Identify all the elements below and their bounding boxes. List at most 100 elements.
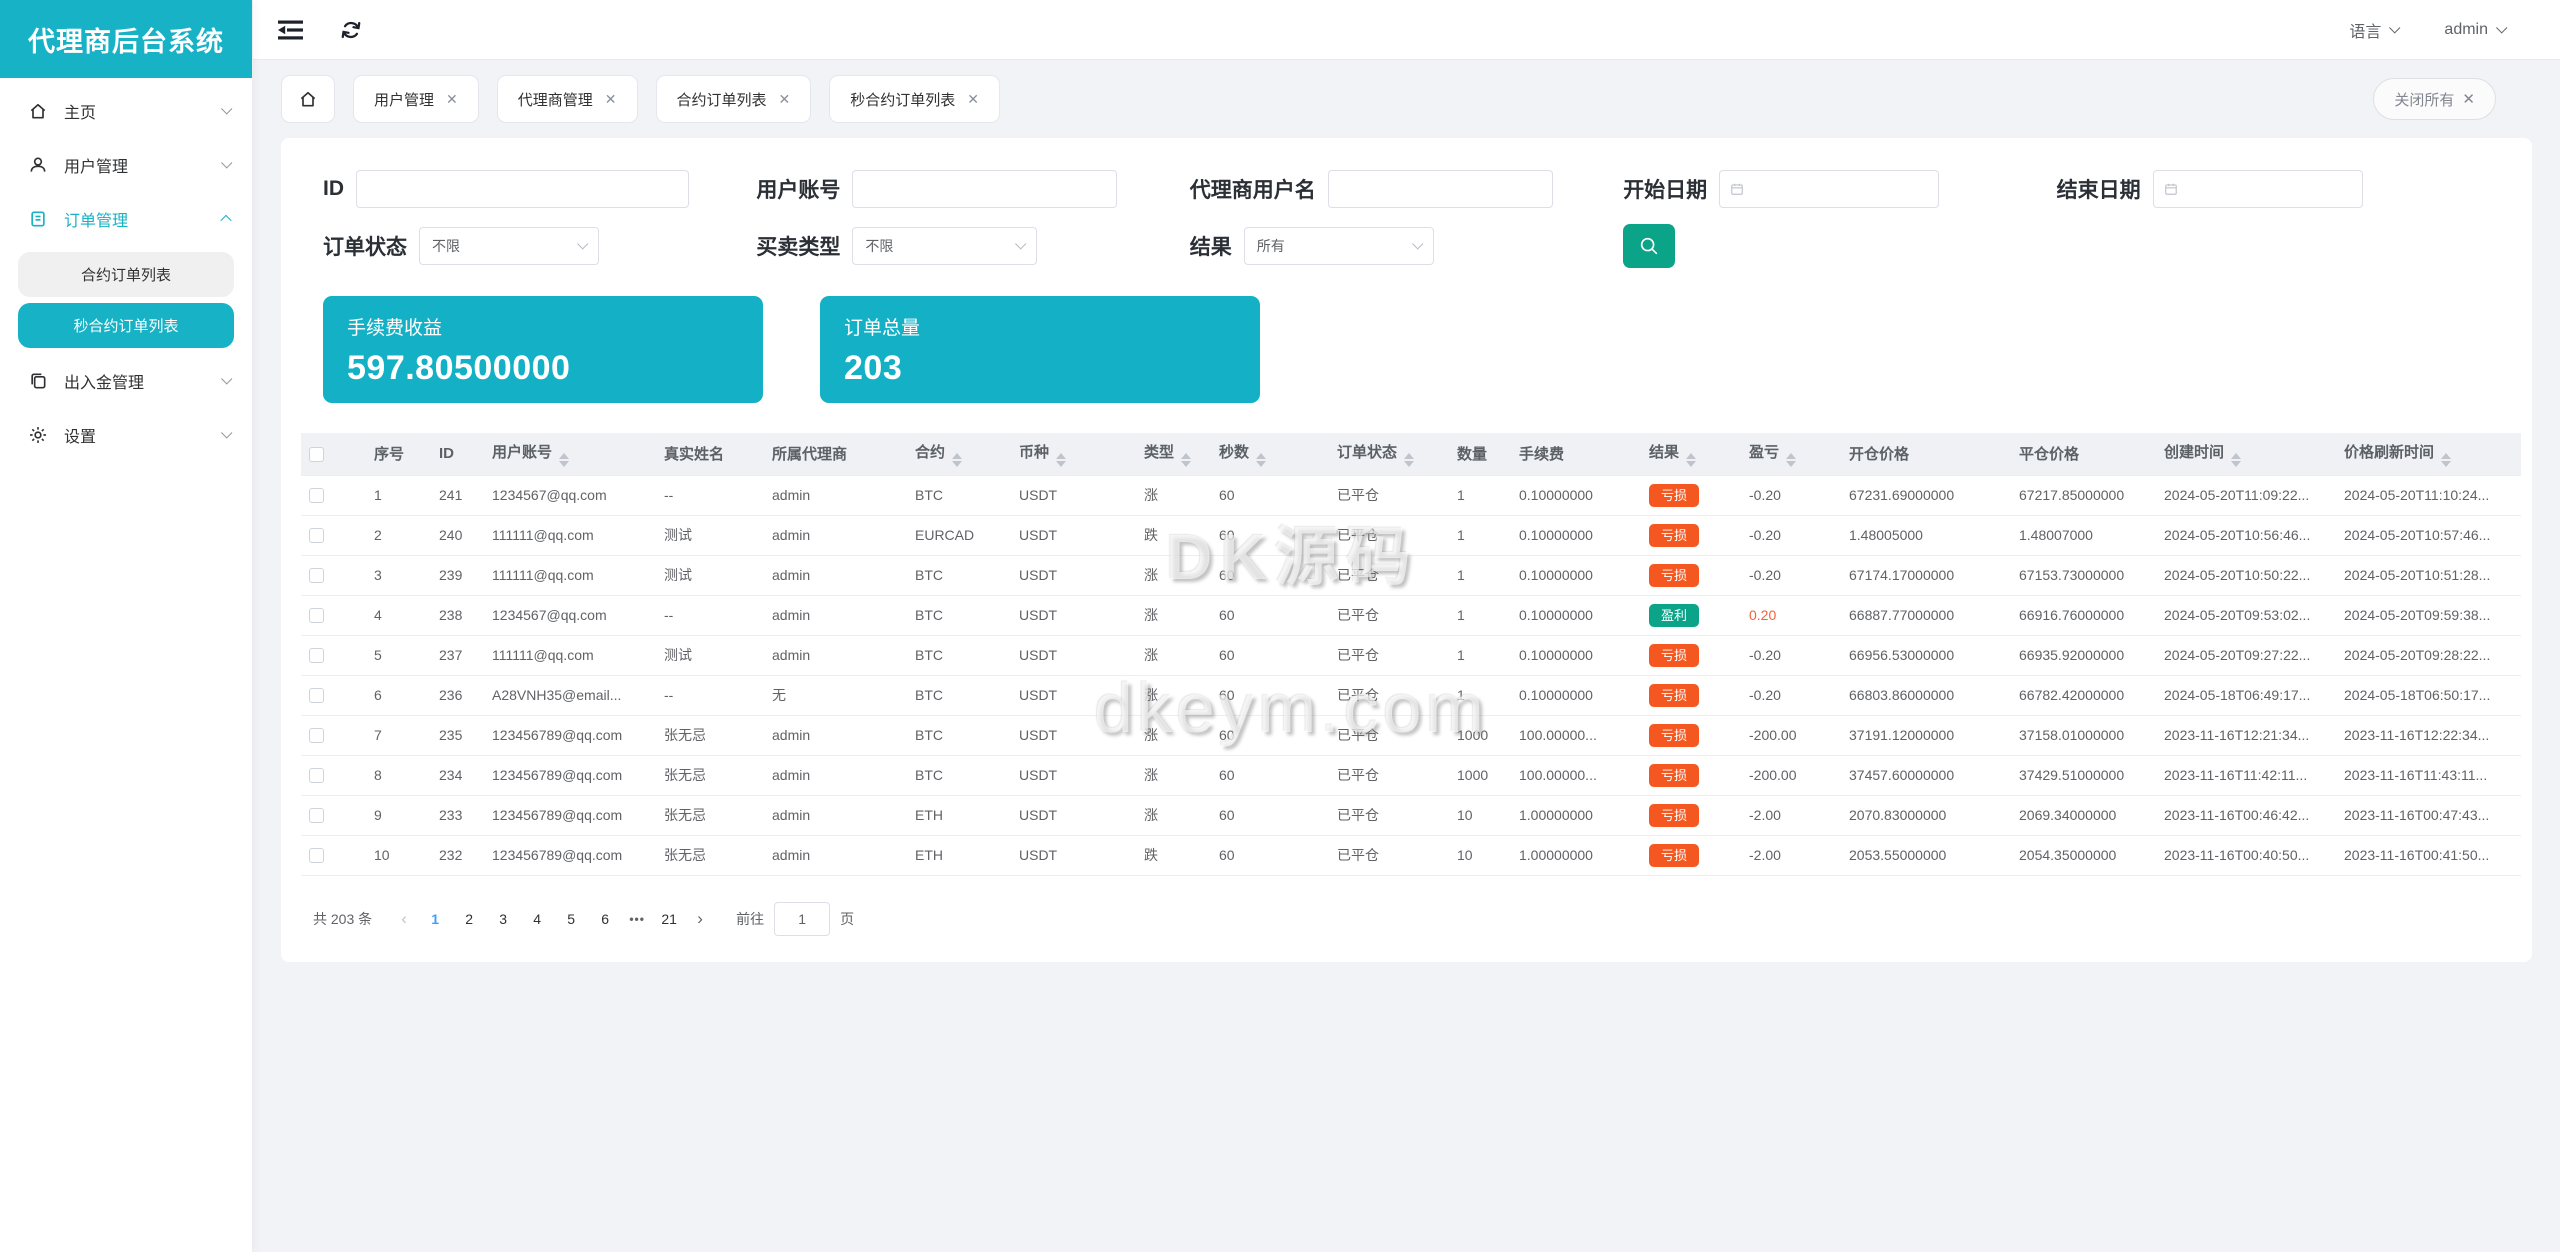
sidebar-item-order-management[interactable]: 订单管理 (0, 192, 252, 246)
cell-seq: 1 (366, 474, 431, 516)
row-checkbox[interactable] (309, 768, 324, 784)
refresh-icon[interactable] (338, 17, 364, 43)
sort-icon[interactable] (2231, 452, 2242, 467)
column-header-created_at[interactable]: 创建时间 (2156, 433, 2336, 475)
account-input[interactable] (852, 170, 1118, 208)
sort-icon[interactable] (1056, 452, 1067, 467)
page-button-6[interactable]: 6 (590, 904, 620, 934)
column-header-pnl[interactable]: 盈亏 (1741, 433, 1841, 475)
language-dropdown[interactable]: 语言 (2349, 18, 2401, 42)
column-header-coin[interactable]: 币种 (1011, 433, 1136, 475)
close-icon[interactable]: ✕ (967, 91, 979, 108)
cell-account: 123456789@qq.com (484, 715, 656, 756)
page-button-1[interactable]: 1 (420, 904, 450, 934)
end-date-input[interactable] (2152, 170, 2363, 208)
sort-icon[interactable] (2441, 452, 2452, 467)
sidebar-item-home[interactable]: 主页 (0, 84, 252, 138)
trade-type-label: 买卖类型 (756, 236, 841, 259)
id-input[interactable] (356, 170, 689, 208)
page-button-4[interactable]: 4 (522, 904, 552, 934)
close-icon[interactable]: ✕ (605, 91, 617, 108)
row-checkbox[interactable] (309, 608, 324, 624)
column-header-account[interactable]: 用户账号 (484, 433, 656, 475)
cell-created_at: 2024-05-20T10:50:22... (2156, 555, 2336, 596)
filter-form: ID 用户账号 代理商用户名 开始日期 结束日期 订单状态 不限 买卖类型 不限… (301, 160, 2512, 268)
prev-page-button[interactable]: ‹ (390, 909, 418, 929)
row-checkbox[interactable] (309, 688, 324, 704)
row-checkbox[interactable] (309, 568, 324, 584)
cell-seconds: 60 (1211, 474, 1329, 516)
agent-name-input[interactable] (1327, 170, 1553, 208)
cell-result: 亏损 (1641, 835, 1741, 876)
money-icon (28, 370, 50, 392)
goto-page-input[interactable] (774, 901, 831, 936)
cell-fee: 1.00000000 (1511, 795, 1641, 836)
sort-icon[interactable] (1686, 452, 1697, 467)
sort-icon[interactable] (1404, 452, 1415, 467)
page-button-3[interactable]: 3 (488, 904, 518, 934)
row-checkbox[interactable] (309, 728, 324, 744)
row-checkbox[interactable] (309, 648, 324, 664)
column-header-status[interactable]: 订单状态 (1329, 433, 1449, 475)
search-button[interactable] (1623, 224, 1676, 268)
cell-status: 已平仓 (1329, 515, 1449, 556)
column-header-result[interactable]: 结果 (1641, 433, 1741, 475)
select-all-checkbox[interactable] (309, 446, 324, 462)
tab-agent-management[interactable]: 代理商管理 ✕ (496, 75, 638, 123)
trade-type-select[interactable]: 不限 (852, 227, 1038, 265)
page-button-5[interactable]: 5 (556, 904, 586, 934)
tab-user-management[interactable]: 用户管理 ✕ (353, 75, 479, 123)
stat-value: 203 (844, 349, 903, 387)
close-all-button[interactable]: 关闭所有 ✕ (2373, 78, 2496, 120)
trade-type-value: 不限 (865, 238, 894, 254)
sidebar-item-second-contract-order-list[interactable]: 秒合约订单列表 (18, 303, 234, 348)
cell-close_price: 66935.92000000 (2011, 635, 2156, 676)
close-icon[interactable]: ✕ (779, 91, 791, 108)
sort-icon[interactable] (1181, 452, 1192, 467)
page-button-2[interactable]: 2 (454, 904, 484, 934)
next-page-button[interactable]: › (686, 909, 714, 929)
user-dropdown[interactable]: admin (2444, 21, 2508, 39)
start-date-input[interactable] (1719, 170, 1940, 208)
cell-seconds: 60 (1211, 555, 1329, 596)
cell-type: 涨 (1136, 635, 1211, 676)
result-select[interactable]: 所有 (1243, 227, 1434, 265)
sidebar-item-deposit-withdraw-management[interactable]: 出入金管理 (0, 354, 252, 408)
tab-contract-order-list[interactable]: 合约订单列表 ✕ (655, 75, 812, 123)
column-header-type[interactable]: 类型 (1136, 433, 1211, 475)
column-header-seconds[interactable]: 秒数 (1211, 433, 1329, 475)
sidebar-item-settings[interactable]: 设置 (0, 408, 252, 462)
sidebar-item-contract-order-list[interactable]: 合约订单列表 (18, 252, 234, 297)
cell-pnl: -0.20 (1741, 555, 1841, 596)
close-icon[interactable]: ✕ (446, 91, 458, 108)
cell-open_price: 37191.12000000 (1841, 715, 2011, 756)
chevron-down-icon (221, 157, 233, 169)
sort-icon[interactable] (1786, 452, 1797, 467)
column-header-fee: 手续费 (1511, 433, 1641, 475)
cell-result: 亏损 (1641, 675, 1741, 716)
tab-home[interactable] (281, 75, 335, 123)
sort-icon[interactable] (1256, 452, 1267, 467)
sort-icon[interactable] (559, 452, 570, 467)
row-checkbox[interactable] (309, 808, 324, 824)
collapse-sidebar-icon[interactable] (277, 18, 304, 42)
cell-pnl: -0.20 (1741, 474, 1841, 516)
page-button-last[interactable]: 21 (654, 904, 684, 934)
tab-second-contract-order-list[interactable]: 秒合约订单列表 ✕ (829, 75, 1000, 123)
cell-created_at: 2023-11-16T11:42:11... (2156, 755, 2336, 796)
more-pages-button[interactable]: ••• (622, 912, 652, 926)
user-icon (28, 154, 50, 176)
order-status-select[interactable]: 不限 (419, 227, 599, 265)
cell-type: 跌 (1136, 835, 1211, 876)
column-header-agent: 所属代理商 (764, 433, 907, 475)
column-header-contract[interactable]: 合约 (907, 433, 1011, 475)
column-header-refreshed_at[interactable]: 价格刷新时间 (2336, 433, 2521, 475)
cell-result: 亏损 (1641, 474, 1741, 516)
sort-icon[interactable] (952, 452, 963, 467)
cell-agent: admin (764, 474, 907, 516)
cell-seconds: 60 (1211, 515, 1329, 556)
row-checkbox[interactable] (309, 848, 324, 864)
sidebar-item-user-management[interactable]: 用户管理 (0, 138, 252, 192)
row-checkbox[interactable] (309, 488, 324, 504)
row-checkbox[interactable] (309, 528, 324, 544)
